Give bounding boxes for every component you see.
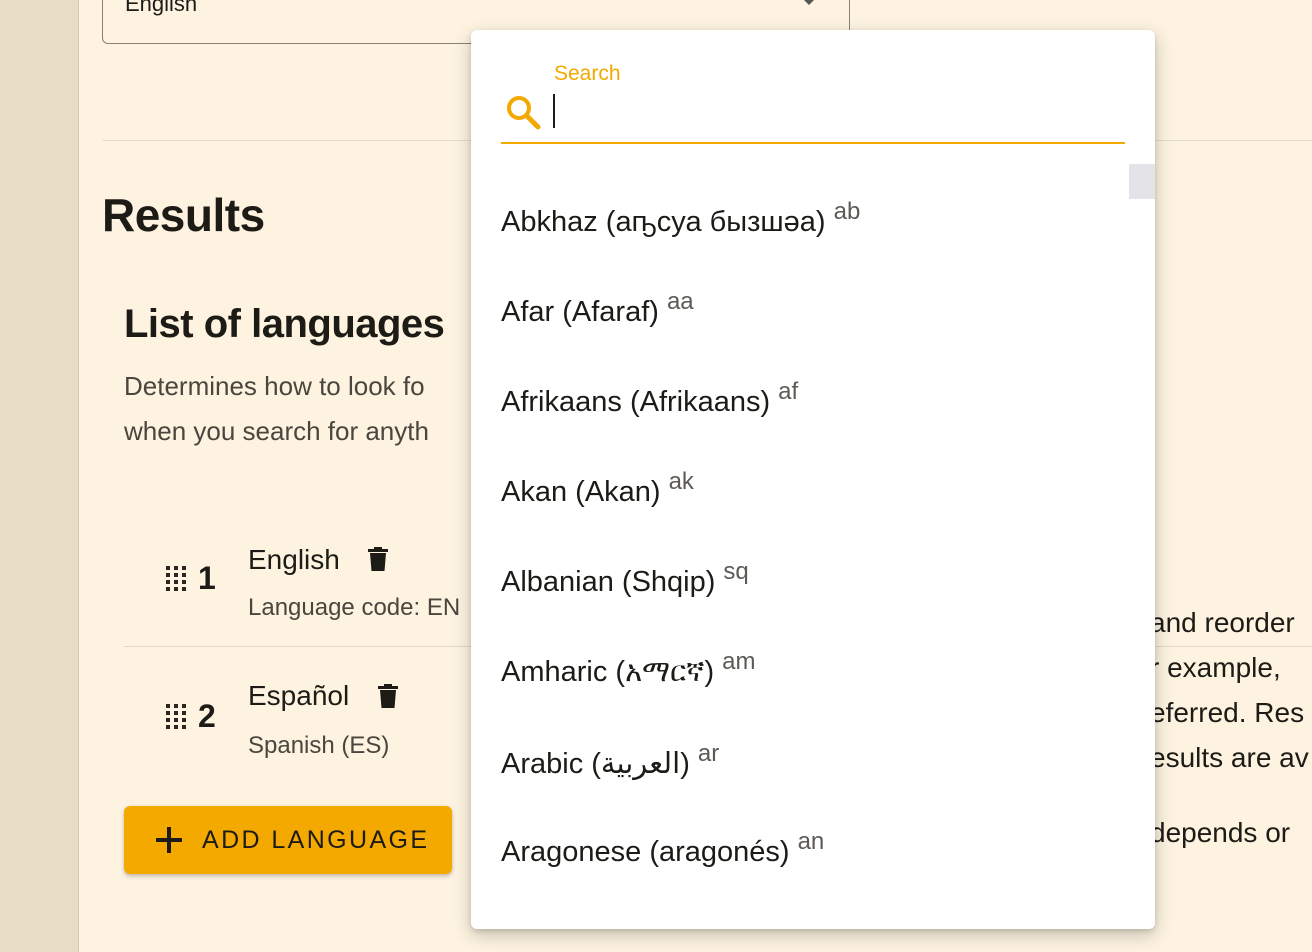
language-picker-menu: Search Abkhaz (аҧсуа бызшәа) ab Afar (Afa… [471,30,1155,929]
language-option[interactable]: Albanian (Shqip) sq [501,558,749,599]
search-underline [501,142,1125,144]
language-option[interactable]: Aragonese (aragonés) an [501,828,824,869]
language-option-code: an [797,828,825,855]
help-text-line: eferred. Res [1150,697,1305,728]
language-option[interactable]: Afar (Afaraf) aa [501,288,694,329]
language-code: Spanish (ES) [248,732,390,759]
language-option-name: Albanian (Shqip) [501,566,716,598]
language-option-name: Arabic (العربية) [501,748,690,780]
drag-handle-icon[interactable] [164,564,188,592]
language-option-name: Afar (Afaraf) [501,296,659,328]
row-number: 2 [198,698,216,734]
language-option-code: sq [723,558,749,585]
text-cursor [553,94,555,128]
drag-handle-icon[interactable] [164,702,188,730]
plus-icon [156,827,182,853]
language-name: English [248,544,340,575]
help-text-line: r example, [1150,652,1281,683]
delete-icon[interactable] [368,547,388,571]
help-text-line: depends or [1150,817,1291,848]
language-option-code: am [722,648,756,675]
search-label: Search [554,62,621,85]
language-code: Language code: EN [248,594,461,621]
language-option-code: ak [668,468,694,495]
row-number: 1 [198,560,216,596]
help-text-line: and reorder [1150,607,1295,638]
language-option-name: Aragonese (aragonés) [501,836,790,868]
search-input[interactable] [553,92,1093,132]
language-option-code: ab [833,198,861,225]
language-option-name: Afrikaans (Afrikaans) [501,386,771,418]
help-text-line: esults are av [1150,742,1309,773]
dropdown-arrow-icon [803,0,815,5]
list-of-languages-heading: List of languages [124,302,445,346]
language-option-name: Akan (Akan) [501,476,661,508]
language-option-name: Amharic (አማርኛ) [501,656,715,688]
results-heading: Results [102,189,265,241]
language-option[interactable]: Akan (Akan) ak [501,468,694,509]
delete-icon[interactable] [378,684,398,708]
description-line-2: when you search for anyth [124,416,429,446]
select-value: English [125,0,198,16]
language-option-code: ar [697,740,720,767]
language-option[interactable]: Arabic (العربية) ar [501,740,719,781]
navigation-rail [0,0,79,952]
language-option-code: aa [666,288,694,315]
search-icon [507,96,541,130]
language-option-code: af [778,378,799,405]
language-option[interactable]: Amharic (አማርኛ) am [501,648,755,689]
add-language-button[interactable]: ADD LANGUAGE [124,806,452,874]
add-language-label: ADD LANGUAGE [202,825,430,854]
scrollbar-thumb[interactable] [1129,164,1155,199]
description-line-1: Determines how to look fo [124,371,425,401]
language-name: Español [248,680,350,711]
language-option[interactable]: Abkhaz (аҧсуа бызшәа) ab [501,198,860,239]
language-option-name: Abkhaz (аҧсуа бызшәа) [501,206,826,238]
language-option[interactable]: Afrikaans (Afrikaans) af [501,378,798,419]
